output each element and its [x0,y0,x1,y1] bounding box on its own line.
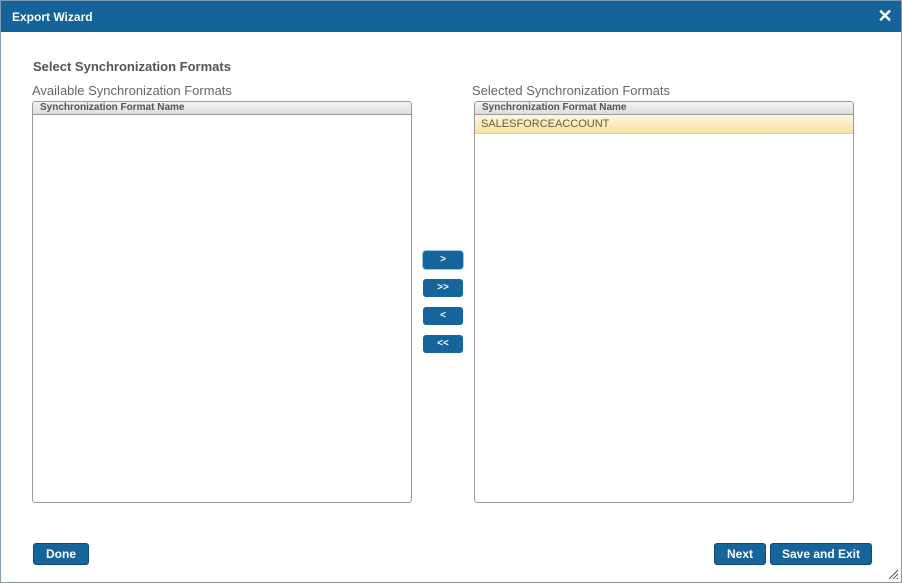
selected-column-header[interactable]: Synchronization Format Name [475,102,853,115]
export-wizard-dialog: Export Wizard ✕ Select Synchronization F… [0,0,902,583]
available-formats-list[interactable]: Synchronization Format Name [32,101,412,503]
save-and-exit-button[interactable]: Save and Exit [770,543,872,565]
selected-formats-label: Selected Synchronization Formats [472,83,670,98]
dialog-title: Export Wizard [12,10,93,24]
close-icon[interactable]: ✕ [877,7,893,25]
available-formats-label: Available Synchronization Formats [32,83,232,98]
remove-all-button[interactable]: << [423,335,463,353]
done-button[interactable]: Done [33,543,89,565]
list-item[interactable]: SALESFORCEACCOUNT [475,115,853,134]
resize-grip-icon[interactable] [887,568,899,580]
title-bar: Export Wizard ✕ [1,1,901,32]
selected-formats-list[interactable]: Synchronization Format Name SALESFORCEAC… [474,101,854,503]
add-selected-button[interactable]: > [423,251,463,269]
remove-selected-button[interactable]: < [423,307,463,325]
next-button[interactable]: Next [714,543,766,565]
section-title: Select Synchronization Formats [33,59,231,74]
available-column-header[interactable]: Synchronization Format Name [33,102,411,115]
add-all-button[interactable]: >> [423,279,463,297]
